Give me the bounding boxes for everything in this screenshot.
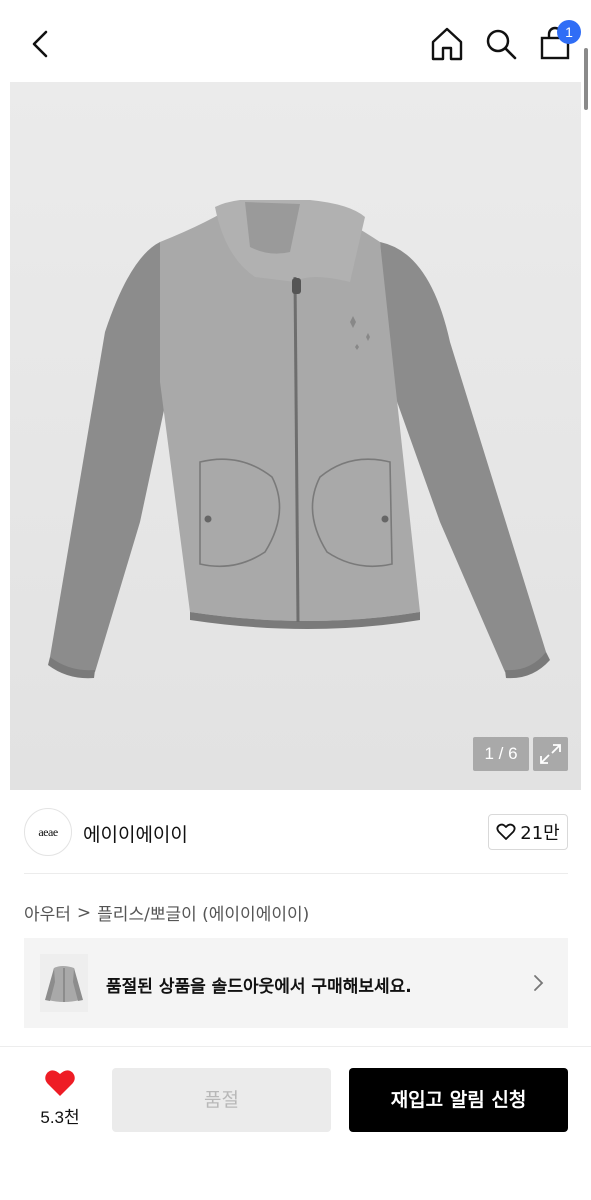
fullscreen-button[interactable] xyxy=(533,737,568,771)
product-image-gallery[interactable]: 1 / 6 xyxy=(10,82,581,790)
wishlist-count: 5.3천 xyxy=(40,1108,80,1127)
product-image-fleece-jacket xyxy=(48,200,550,679)
heart-outline-icon xyxy=(496,823,516,840)
brand-like-button[interactable]: 21만 xyxy=(488,814,568,850)
brand-like-count: 21만 xyxy=(520,823,560,844)
home-icon xyxy=(431,27,463,61)
restock-alert-button[interactable]: 재입고 알림 신청 xyxy=(349,1068,568,1132)
bottom-action-bar: 5.3천 품절 재입고 알림 신청 xyxy=(0,1046,591,1200)
brand-name[interactable]: 에이이에이이 xyxy=(83,820,188,847)
search-icon xyxy=(486,29,517,60)
back-button[interactable] xyxy=(22,24,62,64)
scrollbar[interactable] xyxy=(584,48,588,110)
cart-button[interactable]: 1 xyxy=(537,20,581,64)
expand-icon xyxy=(540,744,561,764)
soldout-product-thumbnail xyxy=(40,954,88,1012)
soldout-promo-banner[interactable]: 품절된 상품을 솔드아웃에서 구매해보세요. xyxy=(24,938,568,1028)
breadcrumb: 아우터 > 플리스/뽀글이 (에이이에이이) xyxy=(24,900,309,926)
brand-logo[interactable]: aeae xyxy=(24,808,72,856)
brand-row: aeae 에이이에이이 21만 xyxy=(24,808,568,856)
wishlist-button[interactable]: 5.3천 xyxy=(30,1069,90,1128)
soldout-promo-text: 품절된 상품을 솔드아웃에서 구매해보세요. xyxy=(106,977,412,997)
back-icon xyxy=(32,30,48,58)
soldout-button: 품절 xyxy=(112,1068,331,1132)
home-button[interactable] xyxy=(429,24,465,64)
heart-filled-icon xyxy=(45,1070,75,1096)
breadcrumb-subcategory[interactable]: 플리스/뽀글이 (에이이에이이) xyxy=(97,900,309,925)
breadcrumb-category[interactable]: 아우터 xyxy=(24,900,71,925)
image-counter: 1 / 6 xyxy=(473,737,529,771)
chevron-right-icon xyxy=(534,975,544,991)
search-button[interactable] xyxy=(483,24,519,64)
top-app-bar: 1 xyxy=(0,0,591,82)
cart-count-badge: 1 xyxy=(557,20,581,44)
divider xyxy=(24,873,568,874)
breadcrumb-separator: > xyxy=(76,902,92,923)
